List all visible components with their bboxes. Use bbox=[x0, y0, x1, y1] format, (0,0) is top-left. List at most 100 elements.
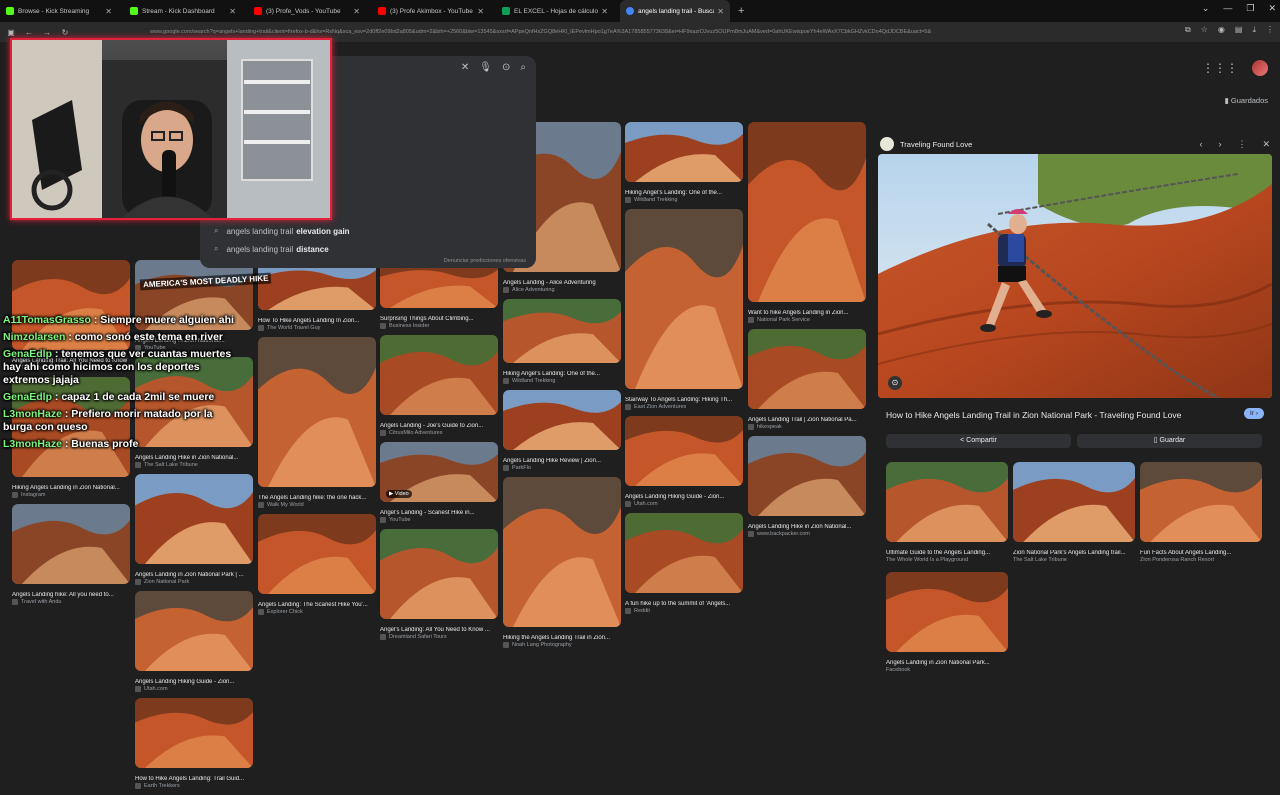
tab-kick-dashboard[interactable]: Stream - Kick Dashboard ✕ bbox=[124, 0, 242, 22]
favicon-icon bbox=[625, 404, 631, 410]
maximize-icon[interactable]: ❐ bbox=[1246, 3, 1254, 14]
result-title: Hiking Angel's Landing: One of the... bbox=[625, 190, 722, 196]
image-result-card[interactable]: Hiking the Angels Landing Trail in Zion.… bbox=[503, 477, 621, 648]
image-result-card[interactable]: Stairway To Angels Landing: Hiking Th...… bbox=[625, 209, 743, 410]
result-title: Stairway To Angels Landing: Hiking Th... bbox=[625, 397, 733, 403]
forward-icon[interactable]: → bbox=[40, 28, 54, 37]
image-result-card[interactable]: How To Hike Angels Landing In Zion... The… bbox=[258, 260, 376, 331]
minimize-icon[interactable]: — bbox=[1223, 3, 1232, 14]
preview-site-name[interactable]: Traveling Found Love bbox=[900, 140, 1199, 149]
image-result-card[interactable]: Angels Landing in Zion National Park | .… bbox=[135, 474, 253, 585]
close-icon[interactable]: ✕ bbox=[105, 7, 112, 16]
clear-icon[interactable]: ✕ bbox=[461, 62, 469, 73]
tab-label: Stream - Kick Dashboard bbox=[142, 7, 215, 15]
close-icon[interactable]: ✕ bbox=[229, 7, 236, 16]
image-result-card[interactable]: Surprising Things About Climbing... Busin… bbox=[380, 260, 498, 329]
close-icon[interactable]: ✕ bbox=[477, 7, 484, 16]
image-result-card[interactable]: Angels Landing hike: All you need to... T… bbox=[12, 504, 130, 605]
suggestion-item[interactable]: ⌕ angels landing trail distance bbox=[200, 240, 536, 258]
thumbnail-image bbox=[380, 335, 498, 415]
new-tab-icon[interactable]: + bbox=[738, 5, 744, 17]
tab-list-icon[interactable]: ⌄ bbox=[1202, 3, 1210, 14]
result-source: Utah.com bbox=[625, 501, 743, 507]
thumbnail-image bbox=[748, 436, 866, 516]
image-result-card[interactable]: Angels Landing - Joe's Guide to Zion... C… bbox=[380, 335, 498, 436]
image-result-card[interactable]: Angels Landing Trail | Zion National Pa.… bbox=[748, 329, 866, 430]
related-image-card[interactable]: Ultimate Guide to the Angels Landing... T… bbox=[886, 462, 1008, 563]
address-bar[interactable]: www.google.com/search?q=angels+landing+t… bbox=[150, 25, 1140, 39]
result-title: Angels Landing: The Scariest Hike You'..… bbox=[258, 602, 368, 608]
close-icon[interactable]: ✕ bbox=[353, 7, 360, 16]
tab-youtube-akimbox[interactable]: (3) Profe Akimbox - YouTube ✕ bbox=[372, 0, 490, 22]
lens-icon[interactable]: ⊙ bbox=[888, 376, 902, 390]
tab-youtube-vods[interactable]: (3) Profe_Vods - YouTube ✕ bbox=[248, 0, 366, 22]
image-result-card[interactable]: Angel's Landing: All You Need to Know ..… bbox=[380, 529, 498, 640]
extensions-icon[interactable]: ▤ bbox=[1235, 25, 1243, 35]
suggestion-completion: elevation gain bbox=[296, 226, 350, 236]
sidebar-icon[interactable]: ▣ bbox=[4, 28, 18, 37]
lens-icon[interactable]: ⊙ bbox=[502, 62, 510, 73]
close-icon[interactable]: ✕ bbox=[1262, 139, 1270, 150]
back-icon[interactable]: ← bbox=[22, 28, 36, 37]
tab-google-search[interactable]: angels landing trail - Buscar co✕ bbox=[620, 0, 730, 22]
image-result-card[interactable]: Angel's Landing - Scariest Hike in... You… bbox=[380, 442, 498, 523]
result-source: Travel with Andu bbox=[12, 599, 130, 605]
favicon-icon bbox=[135, 783, 141, 789]
thumbnail-image bbox=[503, 390, 621, 450]
image-result-card[interactable]: Hiking Angel's Landing: One of the... Wil… bbox=[503, 299, 621, 384]
image-result-card[interactable]: Hiking Angel's Landing: One of the... Wil… bbox=[625, 122, 743, 203]
share-button[interactable]: < Compartir bbox=[886, 434, 1071, 448]
favicon-icon bbox=[625, 608, 631, 614]
close-icon[interactable]: ✕ bbox=[601, 7, 608, 16]
tab-kick-browse[interactable]: Browse - Kick Streaming ✕ bbox=[0, 0, 118, 22]
related-image-card[interactable]: Zion National Park's Angels Landing trai… bbox=[1013, 462, 1135, 563]
bookmark-star-icon[interactable]: ☆ bbox=[1201, 25, 1208, 35]
apps-grid-icon[interactable]: ⋮⋮⋮ bbox=[1202, 61, 1238, 75]
report-predictions-link[interactable]: Denunciar predicciones ofensivas bbox=[444, 258, 526, 264]
translate-icon[interactable]: ⧉ bbox=[1185, 25, 1191, 35]
related-image-card[interactable]: Fun Facts About Angels Landing... Zion Po… bbox=[1140, 462, 1262, 563]
close-window-icon[interactable]: ✕ bbox=[1268, 3, 1276, 14]
image-result-card[interactable]: A fun hike up to the summit of 'Angels..… bbox=[625, 513, 743, 614]
image-result-card[interactable]: Angels Landing Hiking Guide - Zion... Uta… bbox=[135, 591, 253, 692]
download-icon[interactable]: ⤓ bbox=[1252, 25, 1256, 35]
next-icon[interactable]: › bbox=[1218, 139, 1221, 150]
result-source: Explorer Chick bbox=[258, 609, 376, 615]
image-result-card[interactable]: How to Hike Angels Landing: Trail Guid..… bbox=[135, 698, 253, 789]
preview-image[interactable]: ⊙ bbox=[878, 154, 1272, 398]
result-source-label: hikespeak bbox=[757, 424, 782, 430]
chat-message: A11TomasGrasso : Siempre muere alguien a… bbox=[3, 314, 238, 327]
avatar[interactable] bbox=[1252, 60, 1268, 76]
saved-link[interactable]: ▮ Guardados bbox=[1225, 96, 1268, 105]
preview-title[interactable]: How to Hike Angels Landing Trail in Zion… bbox=[886, 410, 1181, 420]
microphone-icon[interactable]: 🎙 bbox=[479, 62, 492, 73]
search-icon[interactable]: ⌕ bbox=[520, 62, 526, 73]
related-image-card[interactable]: Angels Landing in Zion National Park... F… bbox=[886, 572, 1008, 673]
site-logo bbox=[880, 137, 894, 151]
result-source: Earth Trekkers bbox=[135, 783, 253, 789]
save-button[interactable]: ▯ Guardar bbox=[1077, 434, 1262, 448]
menu-icon[interactable]: ⋮ bbox=[1266, 25, 1274, 35]
result-source: CitrusMilo Adventures bbox=[380, 430, 498, 436]
google-icon bbox=[626, 7, 634, 15]
more-options-icon[interactable]: ⋮ bbox=[1237, 139, 1246, 150]
account-icon[interactable]: ◉ bbox=[1218, 25, 1225, 35]
image-result-card[interactable]: Angels Landing Hiking Guide - Zion... Uta… bbox=[625, 416, 743, 507]
suggestion-item[interactable]: ⌕ angels landing trail elevation gain bbox=[200, 222, 536, 240]
image-result-card[interactable]: Want to hike Angels Landing in Zion... Na… bbox=[748, 122, 866, 323]
close-icon[interactable]: ✕ bbox=[717, 7, 724, 16]
result-source-label: Noah Lang Photography bbox=[512, 642, 572, 648]
reload-icon[interactable]: ↻ bbox=[58, 28, 72, 37]
thumbnail-image bbox=[258, 337, 376, 487]
image-result-card[interactable]: Angels Landing Hike in Zion National... w… bbox=[748, 436, 866, 537]
search-icon: ⌕ bbox=[214, 226, 219, 235]
visit-button[interactable]: Ir › bbox=[1244, 408, 1264, 419]
image-result-card[interactable]: Angels Landing Hike Review | Zion... Park… bbox=[503, 390, 621, 471]
kick-icon bbox=[130, 7, 138, 15]
image-result-card[interactable]: Angels Landing: The Scariest Hike You'..… bbox=[258, 514, 376, 615]
chat-username: GenaEdlp bbox=[3, 348, 53, 360]
image-result-card[interactable]: The Angels Landing hike: the one hack...… bbox=[258, 337, 376, 508]
previous-icon[interactable]: ‹ bbox=[1199, 139, 1202, 150]
result-source-label: YouTube bbox=[389, 517, 411, 523]
tab-sheets[interactable]: EL EXCEL - Hojas de cálculo de ✕ bbox=[496, 0, 614, 22]
